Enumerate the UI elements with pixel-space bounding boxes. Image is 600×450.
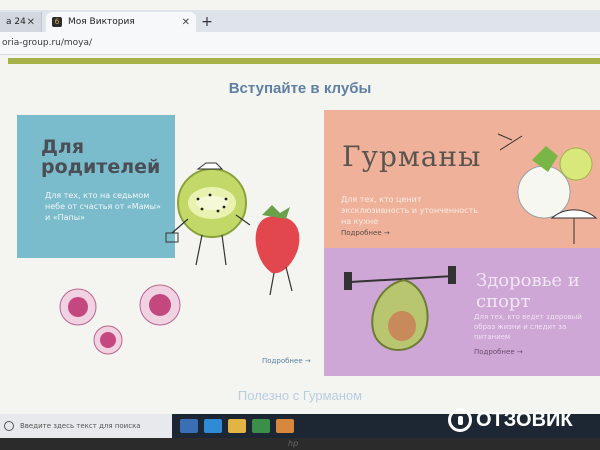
tab-previous[interactable]: а 24 ✕ bbox=[0, 12, 42, 32]
club-desc-gourmets: Для тех, кто ценит эксклюзивность и утон… bbox=[341, 195, 478, 226]
taskbar-search-placeholder: Введите здесь текст для поиска bbox=[20, 422, 141, 430]
edge-icon[interactable] bbox=[204, 419, 222, 433]
club-card-gourmets[interactable]: Гурманы Для тех, кто ценит эксклюзивност… bbox=[324, 110, 600, 248]
address-bar[interactable]: oria-group.ru/moya/ bbox=[0, 32, 600, 55]
tab-previous-label: а 24 bbox=[6, 17, 26, 27]
cocktail-illustration bbox=[497, 133, 598, 244]
more-link-parents[interactable]: Подробнее → bbox=[262, 357, 311, 365]
browser-window: а 24 ✕ б Моя Виктория ✕ + oria-group.ru/… bbox=[0, 0, 600, 438]
favicon-icon: б bbox=[52, 17, 62, 27]
app-icon[interactable] bbox=[276, 419, 294, 433]
tab-strip: а 24 ✕ б Моя Виктория ✕ + bbox=[0, 10, 600, 32]
kiwi-icon bbox=[165, 162, 251, 266]
club-title-gourmets: Гурманы bbox=[342, 140, 482, 173]
search-icon bbox=[4, 421, 14, 431]
laptop-brand-logo: hp bbox=[288, 439, 299, 448]
close-icon[interactable]: ✕ bbox=[27, 17, 35, 28]
club-title-health: Здоровье и спорт bbox=[476, 270, 580, 312]
club-card-health[interactable]: Здоровье и спорт Для тех, кто ведет здор… bbox=[324, 248, 600, 376]
header-accent-bar bbox=[8, 58, 600, 64]
otzovik-watermark: ОТЗОВИК bbox=[448, 408, 573, 432]
more-link-gourmets[interactable]: Подробнее → bbox=[341, 229, 390, 237]
page-title: Вступайте в клубы bbox=[228, 80, 372, 97]
strawberry-icon bbox=[255, 205, 300, 296]
avocado-illustration bbox=[344, 266, 456, 351]
new-tab-button[interactable]: + bbox=[196, 12, 218, 32]
tab-active-label: Моя Виктория bbox=[68, 17, 135, 27]
otzovik-logo-icon bbox=[448, 408, 472, 432]
club-desc-health: Для тех, кто ведет здоровый образ жизни … bbox=[474, 313, 582, 341]
taskbar-search[interactable]: Введите здесь текст для поиска bbox=[0, 414, 172, 438]
store-icon[interactable] bbox=[252, 419, 270, 433]
section-title-useful: Полезно с Гурманом bbox=[237, 388, 363, 403]
parents-illustration bbox=[59, 162, 300, 355]
file-explorer-icon[interactable] bbox=[228, 419, 246, 433]
task-view-icon[interactable] bbox=[180, 419, 198, 433]
url-text[interactable]: oria-group.ru/moya/ bbox=[0, 38, 92, 48]
taskbar-apps bbox=[180, 419, 300, 433]
tab-moya-viktoria[interactable]: б Моя Виктория ✕ bbox=[46, 12, 196, 32]
fig-icon bbox=[59, 284, 181, 355]
watermark-text: ОТЗОВИК bbox=[476, 408, 573, 431]
more-link-health[interactable]: Подробнее → bbox=[474, 348, 523, 356]
close-icon[interactable]: ✕ bbox=[182, 17, 190, 28]
